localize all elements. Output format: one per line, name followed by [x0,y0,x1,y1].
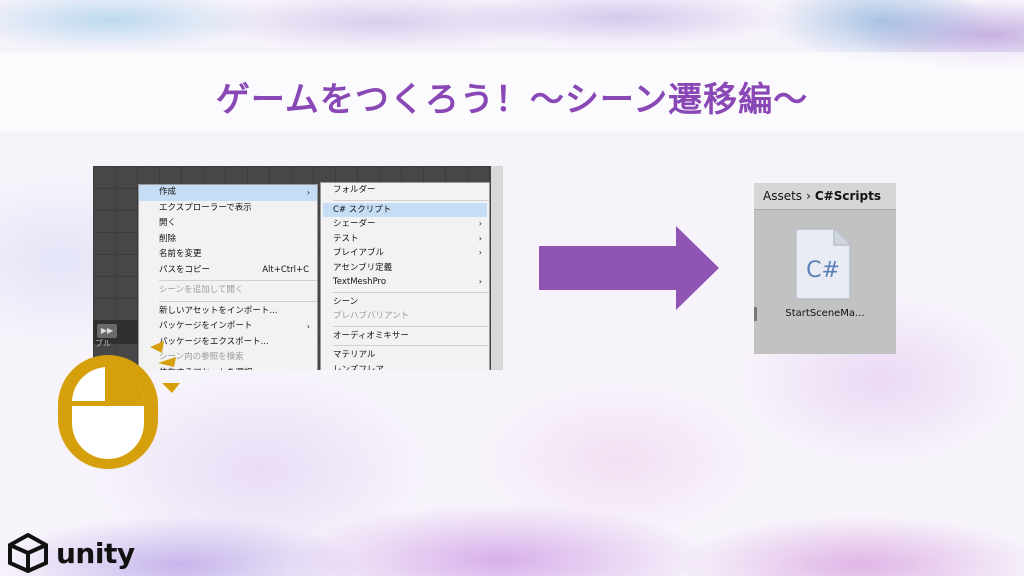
create-submenu-item[interactable]: フォルダー [321,183,489,198]
breadcrumb-assets[interactable]: Assets [763,189,802,203]
unity-wordmark: unity [56,536,135,570]
create-submenu-separator [333,291,489,293]
create-submenu-item-label: アセンブリ定義 [333,262,393,273]
csharp-file-icon[interactable]: C# [794,227,852,301]
submenu-arrow-icon: › [478,219,482,228]
csharp-icon-text: C# [806,258,840,283]
breadcrumb-chevron-icon: › [806,189,811,203]
create-submenu-item-label: テスト [333,233,359,244]
create-submenu-item[interactable]: アセンブリ定義 [321,261,489,276]
context-menu-item-label: パスをコピー [159,264,211,275]
create-submenu-separator [333,199,489,201]
context-menu-item-label: 名前を変更 [159,249,202,259]
create-submenu-item-label: マテリアル [333,350,376,360]
create-submenu-item[interactable]: プレイアブル › [321,246,489,261]
context-menu-item-label: シーンを追加して開く [159,285,244,295]
context-menu-item-label: パッケージをインポート [159,321,253,331]
create-submenu-item-label: プレイアブル [333,248,385,258]
create-submenu-item-label: シェーダー [333,219,376,229]
assets-breadcrumb: Assets › C#Scripts [754,183,896,210]
create-submenu-item[interactable]: テスト › [321,232,489,247]
create-submenu-item-label: シーン [333,296,359,307]
context-menu-item-label: 削除 [159,233,177,244]
create-submenu-item[interactable]: レンズフレア [321,363,489,371]
context-menu-item[interactable]: 新しいアセットをインポート... [139,304,317,320]
create-submenu-item[interactable]: オーディオミキサー [321,329,489,344]
context-menu-separator [159,300,317,302]
assets-panel: Assets › C#Scripts C# StartSceneMa... [754,183,896,354]
create-submenu-item[interactable]: シーン [321,295,489,310]
create-submenu: フォルダー C# スクリプト シェーダー › テスト › プレイアブル › アセンブリ定義 Tex… [320,182,490,370]
mouse-click-icon [58,341,180,469]
create-submenu-item-label: C# スクリプト [333,204,392,215]
context-menu-item-label: 作成 [159,187,177,197]
submenu-arrow-icon: › [478,233,482,243]
editor-right-edge [491,166,503,370]
create-submenu-separator [333,345,489,346]
unity-logo: unity [6,533,135,573]
create-submenu-item[interactable]: TextMeshPro › [321,275,489,290]
context-menu-item-label: 開く [159,218,177,228]
create-submenu-item-label: レンズフレア [333,364,384,371]
create-submenu-item-label: オーディオミキサー [333,330,409,341]
create-submenu-item-label: TextMeshPro [333,277,387,287]
context-menu-item-label: 新しいアセットをインポート... [159,305,278,316]
context-menu-separator [159,280,317,281]
right-arrow-icon [539,226,719,310]
submenu-arrow-icon: › [306,188,310,197]
create-submenu-item-label: プレハブバリアント [333,311,410,321]
create-submenu-item[interactable]: マテリアル [321,348,489,363]
context-menu-item[interactable]: 開く [139,216,317,232]
asset-file-name[interactable]: StartSceneMa... [754,308,896,319]
create-submenu-item: プレハブバリアント [321,309,489,324]
create-submenu-item[interactable]: シェーダー › [321,217,489,232]
context-menu-item: シーンを追加して開く [139,283,317,299]
create-submenu-item[interactable]: C# スクリプト [323,202,487,217]
submenu-arrow-icon: › [478,277,482,286]
submenu-arrow-icon: › [306,322,310,331]
unity-logo-icon [8,533,48,573]
create-submenu-separator [333,325,489,327]
context-menu-item[interactable]: 削除 [139,232,317,248]
menu-shortcut: Alt+Ctrl+C [262,264,309,275]
context-menu-item[interactable]: パッケージをインポート › [139,319,317,335]
context-menu-item[interactable]: エクスプローラーで表示 [139,201,317,217]
context-menu-item[interactable]: パスをコピー Alt+Ctrl+C [139,263,317,279]
slide-title: ゲームをつくろう！～シーン遷移編～ [215,80,809,120]
context-menu-item-label: エクスプローラーで表示 [159,202,252,213]
breadcrumb-current[interactable]: C#Scripts [815,189,881,203]
create-submenu-item-label: フォルダー [333,185,376,195]
submenu-arrow-icon: › [478,248,482,257]
context-menu-item[interactable]: 名前を変更 [139,247,317,263]
context-menu-item[interactable]: 作成 › [139,185,317,201]
